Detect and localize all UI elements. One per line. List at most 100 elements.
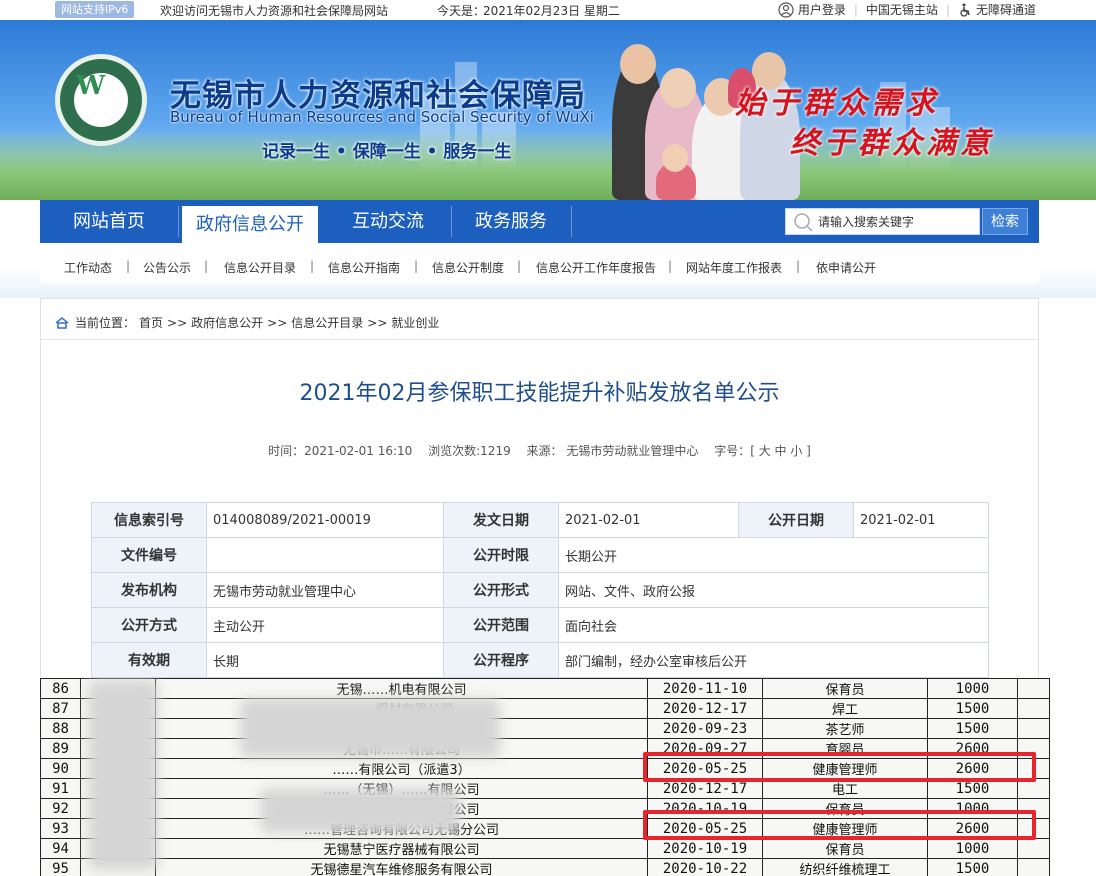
- breadcrumb-employment[interactable]: 就业创业: [391, 314, 439, 331]
- nav-interaction[interactable]: 互动交流: [325, 200, 451, 243]
- open-form-label: 公开形式: [443, 572, 559, 608]
- scanned-list-image: 86无锡……机电有限公司2020-11-10保育员1000 87……焊材有限公司…: [40, 678, 1050, 876]
- divider: |: [668, 259, 673, 273]
- job-cell: 焊工: [762, 698, 928, 719]
- table-row: 86 无锡……机电有限公司 2020-11-10 保育员 1000: [40, 678, 1050, 699]
- search-button[interactable]: 检索: [982, 208, 1028, 235]
- info-table: 信息索引号 014008089/2021-00019 发文日期 2021-02-…: [91, 502, 989, 678]
- today-date: 2021年02月23日 星期二: [483, 4, 620, 18]
- welcome-text: 欢迎访问无锡市人力资源和社会保障局网站: [160, 4, 389, 18]
- issue-date-value: 2021-02-01: [558, 502, 739, 538]
- highlight-box-row-93: [643, 810, 1036, 840]
- row-number: 92: [40, 798, 81, 819]
- table-row: 95 无锡德星汽车维修服务有限公司 2020-10-22 纺织纤维梳理工 1500: [40, 858, 1050, 876]
- article-source: 来源： 无锡市劳动就业管理中心: [526, 444, 699, 458]
- slogan-line-2: 终于群众满意: [790, 126, 994, 161]
- nav-home[interactable]: 网站首页: [40, 200, 178, 243]
- user-icon: [778, 1, 794, 18]
- row-number: 86: [40, 678, 81, 699]
- amount-cell: 1500: [927, 718, 1018, 739]
- breadcrumb: 当前位置： 首页 >> 政府信息公开 >> 信息公开目录 >> 就业创业: [55, 314, 439, 331]
- company-cell: 无锡……机电有限公司: [155, 678, 648, 699]
- row-number: 94: [40, 838, 81, 859]
- divider: |: [204, 259, 209, 273]
- doc-no-label: 文件编号: [91, 537, 207, 573]
- extra-cell: [1017, 718, 1050, 739]
- font-size-switcher[interactable]: 字号：[ 大 中 小 ]: [714, 444, 811, 458]
- date-cell: 2020-12-17: [647, 698, 763, 719]
- subnav-item[interactable]: 公告公示: [143, 259, 191, 276]
- date-cell: 2020-11-10: [647, 678, 763, 699]
- row-number: 90: [40, 758, 81, 779]
- search-input[interactable]: 请输入搜索关键字: [785, 208, 980, 235]
- subnav-item[interactable]: 信息公开目录: [224, 259, 296, 276]
- main-nav: 网站首页 政府信息公开 互动交流 政务服务 请输入搜索关键字 检索: [40, 200, 1039, 243]
- nav-divider: [178, 206, 179, 237]
- index-no-label: 信息索引号: [91, 502, 207, 538]
- valid-value: 长期: [206, 642, 444, 678]
- table-row: 文件编号 公开时限 长期公开: [91, 537, 989, 573]
- wuxi-main-site-label: 中国无锡主站: [865, 3, 938, 17]
- divider: [41, 339, 1038, 340]
- row-number: 95: [40, 858, 81, 876]
- subnav-item[interactable]: 信息公开制度: [432, 259, 504, 276]
- table-row: 公开方式 主动公开 公开范围 面向社会: [91, 607, 989, 643]
- wuxi-main-site-link[interactable]: 中国无锡主站: [866, 1, 938, 18]
- divider: |: [310, 259, 315, 273]
- job-cell: 保育员: [762, 838, 928, 859]
- view-count: 浏览次数:1219: [428, 444, 511, 458]
- job-cell: 保育员: [762, 678, 928, 699]
- extra-cell: [1017, 698, 1050, 719]
- table-row: 信息索引号 014008089/2021-00019 发文日期 2021-02-…: [91, 502, 989, 538]
- divider: |: [853, 2, 858, 17]
- table-row: 88……有限公司2020-09-23茶艺师1500: [40, 718, 1050, 739]
- subnav-item[interactable]: 依申请公开: [816, 259, 876, 276]
- top-bar: 网站支持IPv6 欢迎访问无锡市人力资源和社会保障局网站 今天是： 2021年0…: [0, 0, 1096, 20]
- row-number: 88: [40, 718, 81, 739]
- home-icon: [55, 316, 69, 329]
- open-scope-value: 面向社会: [558, 607, 989, 643]
- procedure-value: 部门编制，经办公室审核后公开: [558, 642, 989, 678]
- date-cell: 2020-10-19: [647, 838, 763, 859]
- user-login-label: 用户登录: [797, 3, 846, 17]
- article-meta: 时间：2021-02-01 16:10 浏览次数:1219 来源： 无锡市劳动就…: [41, 442, 1038, 459]
- bureau-logo[interactable]: W: [55, 54, 147, 146]
- breadcrumb-catalog[interactable]: 信息公开目录: [291, 314, 363, 331]
- search-icon: [794, 212, 813, 232]
- breadcrumb-gov-info[interactable]: 政府信息公开: [191, 314, 263, 331]
- subnav-item[interactable]: 网站年度工作报表: [686, 259, 782, 276]
- date-cell: 2020-10-22: [647, 858, 763, 876]
- open-term-label: 公开时限: [443, 537, 559, 573]
- ipv6-badge: 网站支持IPv6: [55, 1, 135, 18]
- open-term-value: 长期公开: [558, 537, 989, 573]
- job-cell: 茶艺师: [762, 718, 928, 739]
- open-date-label: 公开日期: [738, 502, 854, 538]
- nav-services[interactable]: 政务服务: [451, 200, 571, 243]
- subnav-item[interactable]: 工作动态: [64, 259, 112, 276]
- top-links: 用户登录 | 中国无锡主站 | 无障碍通道: [778, 1, 1036, 18]
- breadcrumb-home[interactable]: 首页: [139, 314, 163, 331]
- breadcrumb-separator: >>: [367, 315, 388, 330]
- open-way-label: 公开方式: [91, 607, 207, 643]
- breadcrumb-prefix: 当前位置：: [75, 316, 136, 330]
- table-row: 87……焊材有限公司2020-12-17焊工1500: [40, 698, 1050, 719]
- amount-cell: 1500: [927, 698, 1018, 719]
- org-name-en: Bureau of Human Resources and Social Sec…: [170, 108, 594, 126]
- row-number: 93: [40, 818, 81, 839]
- subnav-item[interactable]: 信息公开指南: [328, 259, 400, 276]
- row-number: 87: [40, 698, 81, 719]
- table-row: 发布机构 无锡市劳动就业管理中心 公开形式 网站、文件、政府公报: [91, 572, 989, 608]
- amount-cell: 1000: [927, 678, 1018, 699]
- nav-gov-info[interactable]: 政府信息公开: [182, 206, 318, 243]
- divider: |: [414, 259, 419, 273]
- search-placeholder: 请输入搜索关键字: [818, 215, 915, 229]
- redaction-blur: [88, 680, 158, 870]
- redaction-blur: [260, 788, 460, 833]
- procedure-label: 公开程序: [443, 642, 559, 678]
- subnav-item[interactable]: 信息公开工作年度报告: [536, 259, 656, 276]
- job-cell: 纺织纤维梳理工: [762, 858, 928, 876]
- accessibility-link[interactable]: 无障碍通道: [958, 1, 1036, 18]
- user-login-link[interactable]: 用户登录: [778, 1, 846, 18]
- slogan-line-1: 始于群众需求: [735, 86, 939, 121]
- divider: |: [126, 259, 131, 273]
